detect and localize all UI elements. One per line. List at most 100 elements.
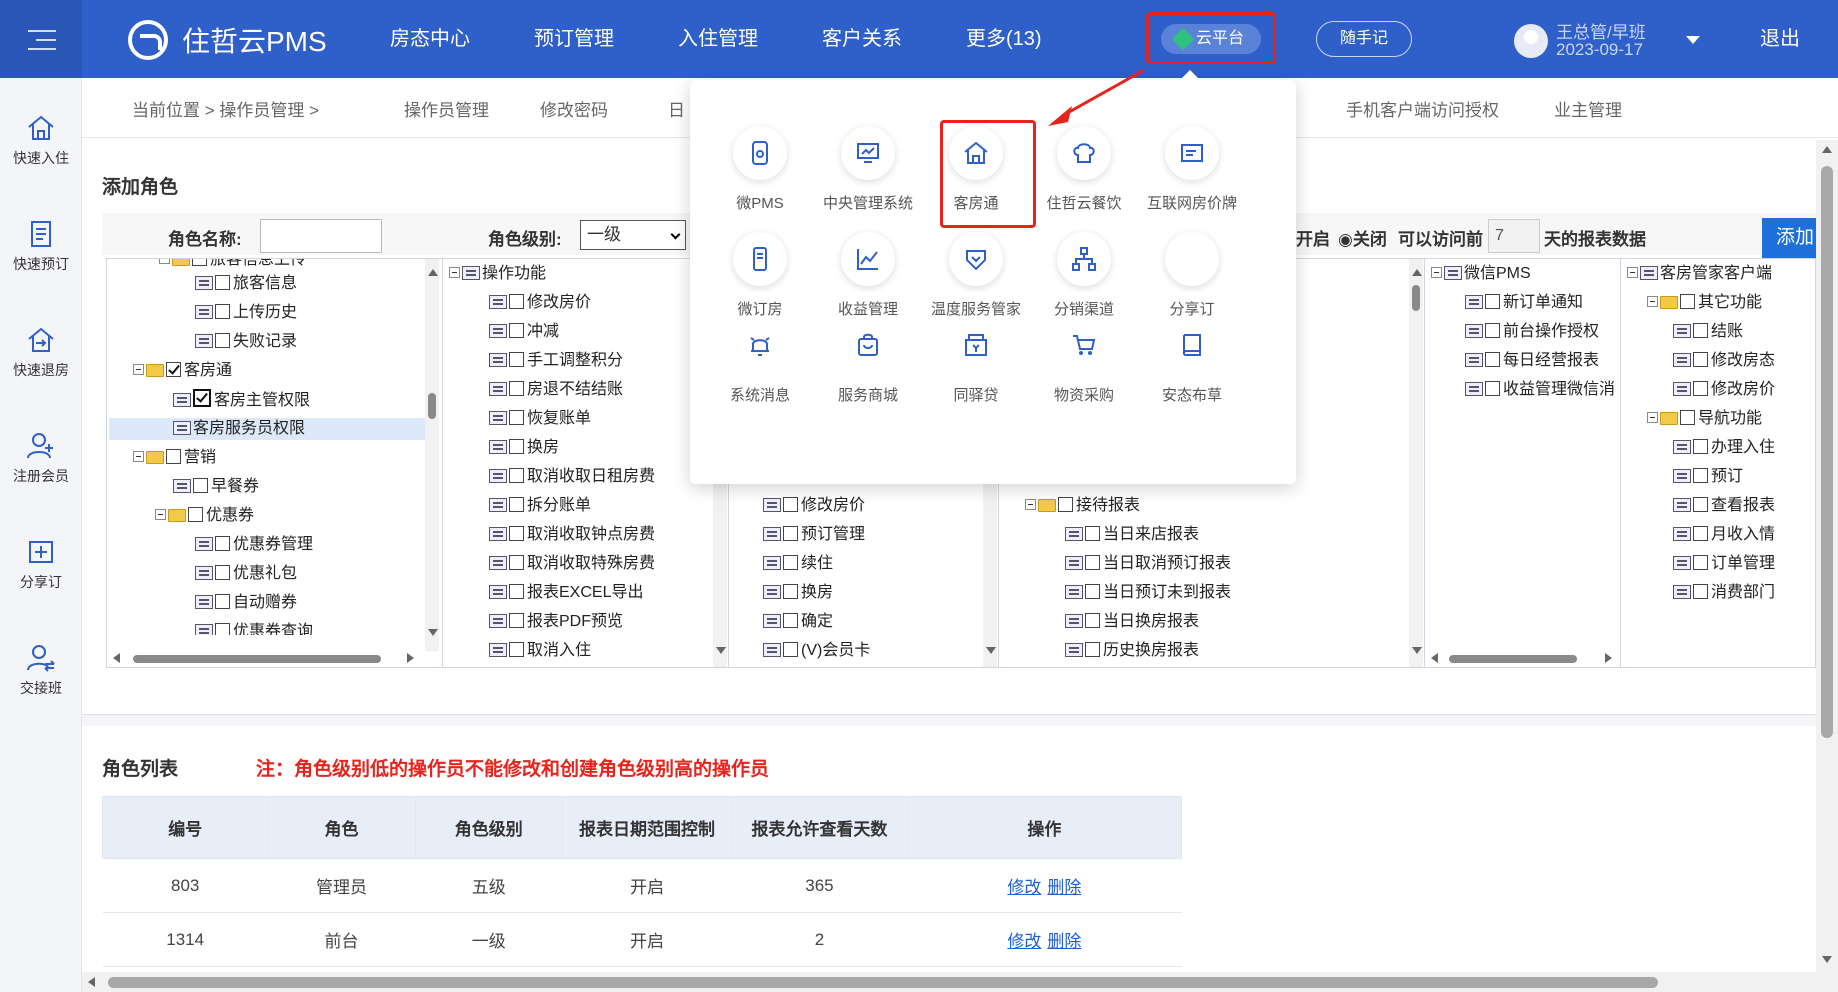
tree-node[interactable]: 上传历史 <box>195 302 297 324</box>
tree-node[interactable]: 旅客信息上传 <box>159 259 306 271</box>
scroll-left-icon[interactable] <box>88 977 95 987</box>
tree-node[interactable]: 订单管理 <box>1673 553 1775 575</box>
tree-node[interactable]: 换房 <box>489 437 559 459</box>
tree-node[interactable]: 取消收取特殊房费 <box>489 553 655 575</box>
scroll-up-icon[interactable] <box>1412 269 1422 276</box>
app-service-mall[interactable]: 服务商城 <box>814 318 922 405</box>
sidebar-item-share-order[interactable]: 分享订 <box>0 536 82 592</box>
app-cloud-catering[interactable]: 住哲云餐饮 <box>1030 126 1138 213</box>
sidebar-item-quick-reserve[interactable]: 快速预订 <box>0 218 82 274</box>
scroll-thumb[interactable] <box>1449 655 1577 663</box>
logout-link[interactable]: 退出 <box>1760 0 1800 78</box>
tree-node[interactable]: 优惠券 <box>155 505 254 527</box>
cloud-platform-button[interactable]: 云平台 <box>1161 24 1261 54</box>
tree-node[interactable]: 前台操作授权 <box>1465 321 1599 343</box>
tree-node[interactable]: 查看报表 <box>1673 495 1775 517</box>
add-role-button[interactable]: 添加 <box>1762 218 1816 258</box>
page-horizontal-scrollbar[interactable] <box>82 972 1816 992</box>
chevron-down-icon[interactable] <box>1686 36 1700 44</box>
sidebar-item-register-member[interactable]: 注册会员 <box>0 430 82 486</box>
scroll-left-icon[interactable] <box>1431 653 1438 663</box>
scroll-thumb[interactable] <box>1821 166 1833 738</box>
tree-node[interactable]: 房退不结结账 <box>489 379 623 401</box>
nav-more[interactable]: 更多(13) <box>966 0 1042 78</box>
scroll-down-icon[interactable] <box>428 629 438 636</box>
scroll-right-icon[interactable] <box>407 653 414 663</box>
tree-node[interactable]: 营销 <box>133 447 216 469</box>
tab-log[interactable]: 日 <box>668 96 685 121</box>
close-option-radio[interactable]: ◉关闭 <box>1338 225 1387 250</box>
scroll-down-icon[interactable] <box>986 647 996 654</box>
tree-node[interactable]: 换房 <box>763 582 833 604</box>
tree-node[interactable]: 确定 <box>763 611 833 633</box>
scroll-left-icon[interactable] <box>113 653 120 663</box>
tree-node[interactable]: 当日预订未到报表 <box>1065 582 1231 604</box>
nav-customers[interactable]: 客户关系 <box>822 0 902 78</box>
tree-node[interactable]: 收益管理微信消 <box>1465 379 1615 401</box>
tree-node[interactable]: 当日取消预订报表 <box>1065 553 1231 575</box>
tree-node[interactable]: 失败记录 <box>195 331 297 353</box>
tree-node[interactable]: 预订管理 <box>763 524 865 546</box>
tree-node[interactable]: 优惠券管理 <box>195 534 313 556</box>
tree-node[interactable]: 取消入住 <box>489 640 591 662</box>
tab-operator-management[interactable]: 操作员管理 <box>404 96 489 121</box>
open-option-label[interactable]: 开启 <box>1296 225 1330 250</box>
tree-node[interactable]: 客房管家客户端 <box>1627 263 1772 285</box>
edit-link[interactable]: 修改 <box>1007 932 1041 951</box>
tree-node[interactable]: 拆分账单 <box>489 495 591 517</box>
tree-node[interactable]: 其它功能 <box>1647 292 1762 314</box>
scroll-up-icon[interactable] <box>1822 146 1832 153</box>
brand-logo[interactable]: 住哲云PMS <box>128 20 327 60</box>
app-share-booking[interactable]: 分享订 <box>1138 232 1246 319</box>
tree-node[interactable]: 修改房价 <box>489 292 591 314</box>
delete-link[interactable]: 删除 <box>1047 878 1081 897</box>
tree-panel-1-vscroll[interactable] <box>425 259 439 651</box>
notes-button[interactable]: 随手记 <box>1316 21 1412 57</box>
nav-room-status[interactable]: 房态中心 <box>390 0 470 78</box>
app-central-management[interactable]: 中央管理系统 <box>814 126 922 213</box>
app-tongyi-loan[interactable]: 同驿贷 <box>922 318 1030 405</box>
scroll-thumb[interactable] <box>428 393 436 419</box>
tab-owner-management[interactable]: 业主管理 <box>1554 96 1622 121</box>
role-name-input[interactable] <box>260 219 382 253</box>
tree-node[interactable]: 冲减 <box>489 321 559 343</box>
tree-node[interactable]: 优惠礼包 <box>195 563 297 585</box>
tree-node[interactable]: 当日来店报表 <box>1065 524 1199 546</box>
app-antai-linen[interactable]: 安态布草 <box>1138 318 1246 405</box>
scroll-thumb[interactable] <box>108 977 1658 988</box>
scroll-down-icon[interactable] <box>1822 956 1832 963</box>
sidebar-item-shift-handover[interactable]: 交接班 <box>0 642 82 698</box>
tab-change-password[interactable]: 修改密码 <box>540 96 608 121</box>
tree-node[interactable]: 取消收取日租房费 <box>489 466 655 488</box>
tree-node[interactable]: 手工调整积分 <box>489 350 623 372</box>
scroll-down-icon[interactable] <box>716 647 726 654</box>
tree-node[interactable]: 新订单通知 <box>1465 292 1583 314</box>
tree-node[interactable]: 早餐券 <box>173 476 259 498</box>
tree-node[interactable]: 导航功能 <box>1647 408 1762 430</box>
tree-node[interactable]: 修改房价 <box>763 495 865 517</box>
tree-panel-4-vscroll[interactable] <box>1409 259 1423 667</box>
tree-node[interactable]: 办理入住 <box>1673 437 1775 459</box>
scroll-right-icon[interactable] <box>1605 653 1612 663</box>
tree-node[interactable]: 修改房价 <box>1673 379 1775 401</box>
tree-node[interactable]: 修改房态 <box>1673 350 1775 372</box>
tree-node[interactable]: 取消收取钟点房费 <box>489 524 655 546</box>
tree-node[interactable]: 月收入情 <box>1673 524 1775 546</box>
app-wei-booking[interactable]: 微订房 <box>706 232 814 319</box>
tree-node[interactable]: 消费部门 <box>1673 582 1775 604</box>
nav-reservations[interactable]: 预订管理 <box>534 0 614 78</box>
tree-node[interactable]: 报表EXCEL导出 <box>489 582 643 604</box>
page-vertical-scrollbar[interactable] <box>1816 140 1838 992</box>
tree-node[interactable]: 结账 <box>1673 321 1743 343</box>
menu-toggle-button[interactable] <box>0 0 82 78</box>
app-material-procurement[interactable]: 物资采购 <box>1030 318 1138 405</box>
tree-node-kefangtong[interactable]: 客房通 <box>133 360 232 382</box>
app-internet-price-board[interactable]: 互联网房价牌 <box>1138 126 1246 213</box>
app-warm-service-butler[interactable]: 温度服务管家 <box>922 232 1030 319</box>
tree-node[interactable]: (V)会员卡 <box>763 640 870 662</box>
app-revenue-management[interactable]: 收益管理 <box>814 232 922 319</box>
tree-panel-1-hscroll[interactable] <box>107 651 425 665</box>
delete-link[interactable]: 删除 <box>1047 932 1081 951</box>
tree-node[interactable]: 接待报表 <box>1025 495 1140 517</box>
tree-node[interactable]: 每日经营报表 <box>1465 350 1599 372</box>
